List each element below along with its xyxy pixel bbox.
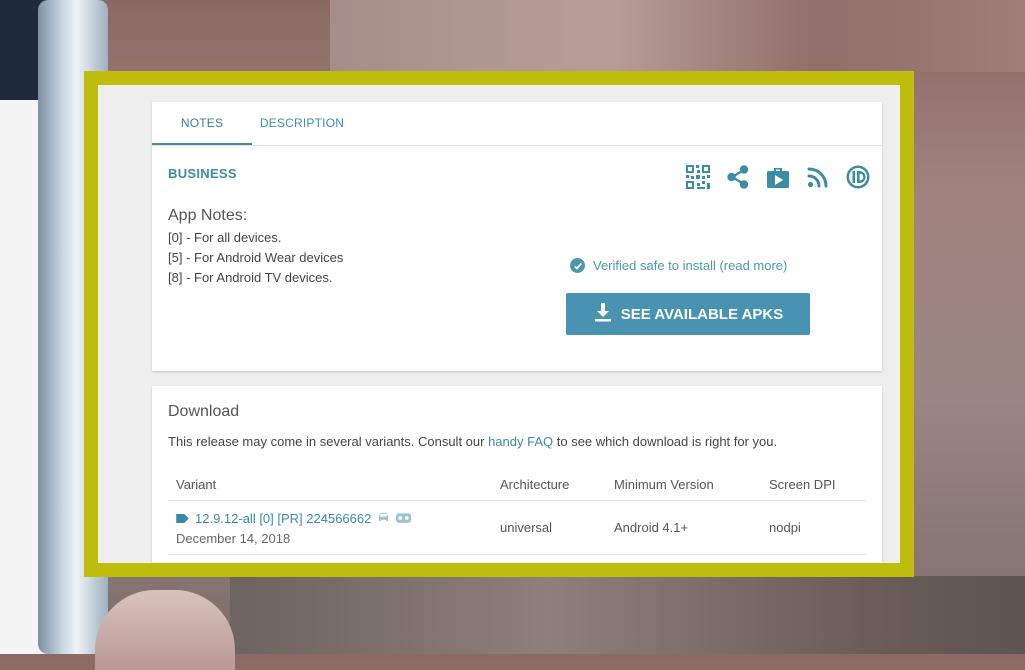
background-finger [95,590,235,670]
min-version-value: Android 4.1+ [614,520,689,535]
see-available-apks-button[interactable]: SEE AVAILABLE APKS [566,293,810,335]
verified-text: Verified safe to install (read more) [593,258,788,273]
app-note-line: [5] - For Android Wear devices [168,250,344,265]
check-circle-icon [570,258,585,273]
page-content: NOTES DESCRIPTION BUSINESS App Notes: [0… [98,85,900,563]
share-icon[interactable] [724,163,752,191]
variant-link[interactable]: 12.9.12-all [0] [PR] 224566662 [176,511,412,526]
tab-description[interactable]: DESCRIPTION [252,102,352,145]
qr-code-icon[interactable] [684,163,712,191]
download-icon [593,302,613,326]
column-header-min-version: Minimum Version [614,477,714,492]
handy-faq-link[interactable]: handy FAQ [488,434,553,449]
table-divider [168,500,866,501]
download-desc-text: This release may come in several variant… [168,434,489,449]
apk-button-label: SEE AVAILABLE APKS [620,305,784,323]
tab-bar: NOTES DESCRIPTION [152,102,882,146]
tag-icon [176,511,189,526]
download-title: Download [168,403,240,420]
variant-name: 12.9.12-all [0] [PR] 224566662 [195,511,372,526]
background-blur-bottom [230,576,1025,654]
car-icon [377,511,390,526]
column-header-variant: Variant [176,477,217,492]
architecture-value: universal [500,520,553,535]
background-blur-top [330,0,1025,72]
release-date: December 14, 2018 [176,531,291,546]
download-card: Download This release may come in severa… [152,386,882,563]
column-header-architecture: Architecture [500,477,570,492]
rss-icon[interactable] [804,163,832,191]
app-note-line: [8] - For Android TV devices. [168,270,333,285]
action-icons [684,163,872,191]
category-link[interactable]: BUSINESS [168,166,237,181]
screen-dpi-value: nodpi [769,520,801,535]
column-header-screen-dpi: Screen DPI [769,477,836,492]
app-note-line: [0] - For all devices. [168,230,282,245]
play-store-icon[interactable] [764,163,792,191]
app-notes-title: App Notes: [168,207,248,224]
notes-card: NOTES DESCRIPTION BUSINESS App Notes: [0… [152,102,882,371]
verified-link[interactable]: Verified safe to install (read more) [570,258,787,273]
table-divider [168,554,866,555]
tab-notes[interactable]: NOTES [152,102,252,145]
vr-headset-icon [396,511,412,526]
download-description: This release may come in several variant… [168,434,777,449]
download-desc-text-end: to see which download is right for you. [553,434,778,449]
id-icon[interactable] [844,163,872,191]
